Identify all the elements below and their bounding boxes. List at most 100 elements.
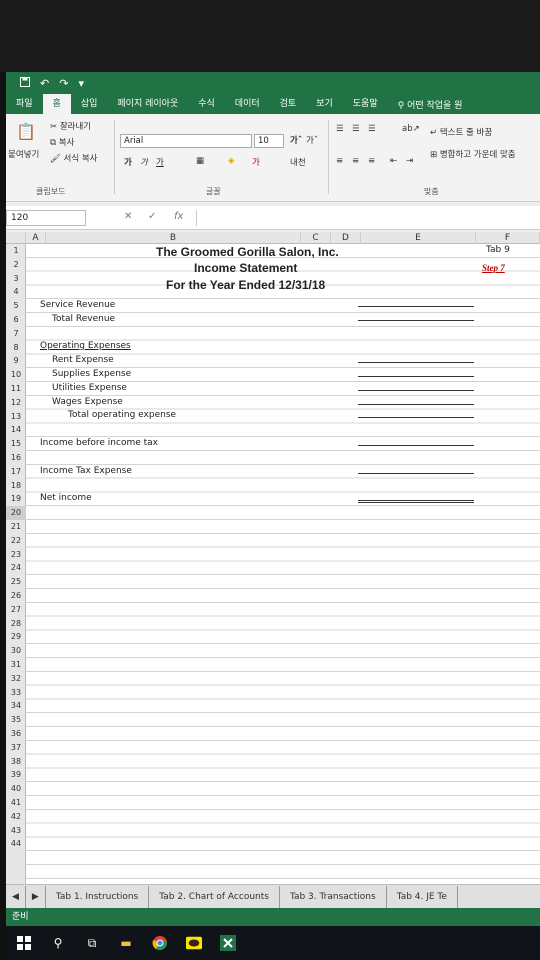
orientation-icon[interactable]: ab↗ xyxy=(402,124,420,134)
row-header[interactable]: 13 xyxy=(6,410,26,424)
row-header[interactable]: 38 xyxy=(6,755,26,769)
file-explorer-icon[interactable]: ▬ xyxy=(118,935,134,951)
tab-home[interactable]: 홈 xyxy=(42,94,71,114)
operating-expenses-heading[interactable]: Operating Expenses xyxy=(40,340,131,354)
scroll-left-icon[interactable]: ◀ xyxy=(6,885,26,908)
save-icon[interactable] xyxy=(20,76,30,90)
row-header[interactable]: 8 xyxy=(6,341,26,355)
sheet-tab-je[interactable]: Tab 4. JE Te xyxy=(387,885,458,908)
row-header[interactable]: 15 xyxy=(6,437,26,451)
rent-expense-label[interactable]: Rent Expense xyxy=(52,354,114,368)
sheet-tab-instructions[interactable]: Tab 1. Instructions xyxy=(46,885,150,908)
column-header-b[interactable]: B xyxy=(46,232,301,244)
total-operating-expense-label[interactable]: Total operating expense xyxy=(68,409,176,423)
align-top-icon[interactable]: ☰ xyxy=(336,124,344,134)
row-header[interactable]: 1 xyxy=(6,244,26,258)
font-name-select[interactable]: Arial xyxy=(120,134,252,148)
paste-icon[interactable]: 📋 xyxy=(16,122,36,141)
shrink-font-button[interactable]: 가ˇ xyxy=(306,134,318,146)
tab-help[interactable]: 도움말 xyxy=(343,94,388,114)
column-header-d[interactable]: D xyxy=(331,232,361,244)
row-header[interactable]: 31 xyxy=(6,658,26,672)
row-header[interactable]: 37 xyxy=(6,741,26,755)
align-left-icon[interactable]: ≡ xyxy=(336,156,343,166)
service-revenue-label[interactable]: Service Revenue xyxy=(40,299,115,313)
row-header[interactable]: 12 xyxy=(6,396,26,410)
windows-start-icon[interactable] xyxy=(16,935,32,951)
italic-button[interactable]: 가 xyxy=(140,156,148,168)
row-header[interactable]: 2 xyxy=(6,258,26,272)
font-color-icon[interactable]: 가 xyxy=(252,156,260,168)
column-header-c[interactable]: C xyxy=(301,232,331,244)
chrome-icon[interactable] xyxy=(152,935,168,951)
underline-button[interactable]: 가 xyxy=(156,156,164,168)
row-header[interactable]: 16 xyxy=(6,451,26,465)
sheet-tab-chart-of-accounts[interactable]: Tab 2. Chart of Accounts xyxy=(149,885,280,908)
row-header[interactable]: 32 xyxy=(6,672,26,686)
tab-insert[interactable]: 삽입 xyxy=(71,94,108,114)
cut-button[interactable]: ✂ 잘라내기 xyxy=(50,120,91,132)
tab-review[interactable]: 검토 xyxy=(270,94,307,114)
align-right-icon[interactable]: ≡ xyxy=(368,156,375,166)
scroll-right-icon[interactable]: ▶ xyxy=(26,885,46,908)
row-header[interactable]: 30 xyxy=(6,644,26,658)
row-header[interactable]: 44 xyxy=(6,837,26,851)
font-size-select[interactable]: 10 xyxy=(254,134,284,148)
net-income-label[interactable]: Net income xyxy=(40,492,92,506)
row-header[interactable]: 22 xyxy=(6,534,26,548)
row-header[interactable]: 35 xyxy=(6,713,26,727)
select-all-corner[interactable] xyxy=(6,232,26,244)
tell-me-search[interactable]: ⚲ 어떤 작업을 원 xyxy=(398,98,463,111)
tab-formulas[interactable]: 수식 xyxy=(188,94,225,114)
cancel-icon[interactable]: ✕ xyxy=(124,211,132,222)
column-header-f[interactable]: F xyxy=(476,232,540,244)
tab-data[interactable]: 데이터 xyxy=(225,94,270,114)
row-header[interactable]: 19 xyxy=(6,492,26,506)
row-header-selected[interactable]: 20 xyxy=(6,506,26,520)
row-header[interactable]: 26 xyxy=(6,589,26,603)
row-header[interactable]: 43 xyxy=(6,824,26,838)
fill-color-icon[interactable]: ◈ xyxy=(228,156,235,166)
column-header-a[interactable]: A xyxy=(26,232,46,244)
row-header[interactable]: 14 xyxy=(6,423,26,437)
row-header[interactable]: 17 xyxy=(6,465,26,479)
copy-button[interactable]: ⧉ 복사 xyxy=(50,136,74,148)
sheet-tab-transactions[interactable]: Tab 3. Transactions xyxy=(280,885,387,908)
row-header[interactable]: 29 xyxy=(6,630,26,644)
undo-icon[interactable]: ↶ xyxy=(40,77,49,90)
row-header[interactable]: 28 xyxy=(6,617,26,631)
format-painter-button[interactable]: 🖌 서식 복사 xyxy=(50,152,97,164)
wrap-text-button[interactable]: ↵ 텍스트 줄 바꿈 xyxy=(430,126,492,138)
row-header[interactable]: 3 xyxy=(6,272,26,286)
statement-title[interactable]: Income Statement xyxy=(194,260,297,276)
redo-icon[interactable]: ↷ xyxy=(59,77,68,90)
row-header[interactable]: 7 xyxy=(6,327,26,341)
utilities-expense-label[interactable]: Utilities Expense xyxy=(52,382,127,396)
align-bottom-icon[interactable]: ☰ xyxy=(368,124,376,134)
formula-input[interactable] xyxy=(196,210,540,226)
decrease-indent-icon[interactable]: ⇤ xyxy=(390,156,397,166)
align-center-icon[interactable]: ≡ xyxy=(352,156,359,166)
tab-label-cell[interactable]: Tab 9 xyxy=(486,244,510,258)
step-label-cell[interactable]: Step 7 xyxy=(482,262,505,276)
row-header[interactable]: 25 xyxy=(6,575,26,589)
row-header[interactable]: 39 xyxy=(6,768,26,782)
row-header[interactable]: 9 xyxy=(6,354,26,368)
income-before-tax-label[interactable]: Income before income tax xyxy=(40,437,158,451)
row-header[interactable]: 40 xyxy=(6,782,26,796)
row-header[interactable]: 33 xyxy=(6,686,26,700)
row-header[interactable]: 10 xyxy=(6,368,26,382)
kakaotalk-icon[interactable] xyxy=(186,935,202,951)
row-header[interactable]: 18 xyxy=(6,479,26,493)
quick-access-more-icon[interactable]: ▾ xyxy=(78,77,84,90)
tab-view[interactable]: 보기 xyxy=(306,94,343,114)
increase-indent-icon[interactable]: ⇥ xyxy=(406,156,413,166)
row-header[interactable]: 4 xyxy=(6,285,26,299)
total-revenue-label[interactable]: Total Revenue xyxy=(52,313,115,327)
row-header[interactable]: 42 xyxy=(6,810,26,824)
insert-function-icon[interactable]: fx xyxy=(174,211,183,222)
row-header[interactable]: 23 xyxy=(6,548,26,562)
excel-icon[interactable] xyxy=(220,935,236,951)
search-icon[interactable]: ⚲ xyxy=(50,935,66,951)
align-middle-icon[interactable]: ☰ xyxy=(352,124,360,134)
